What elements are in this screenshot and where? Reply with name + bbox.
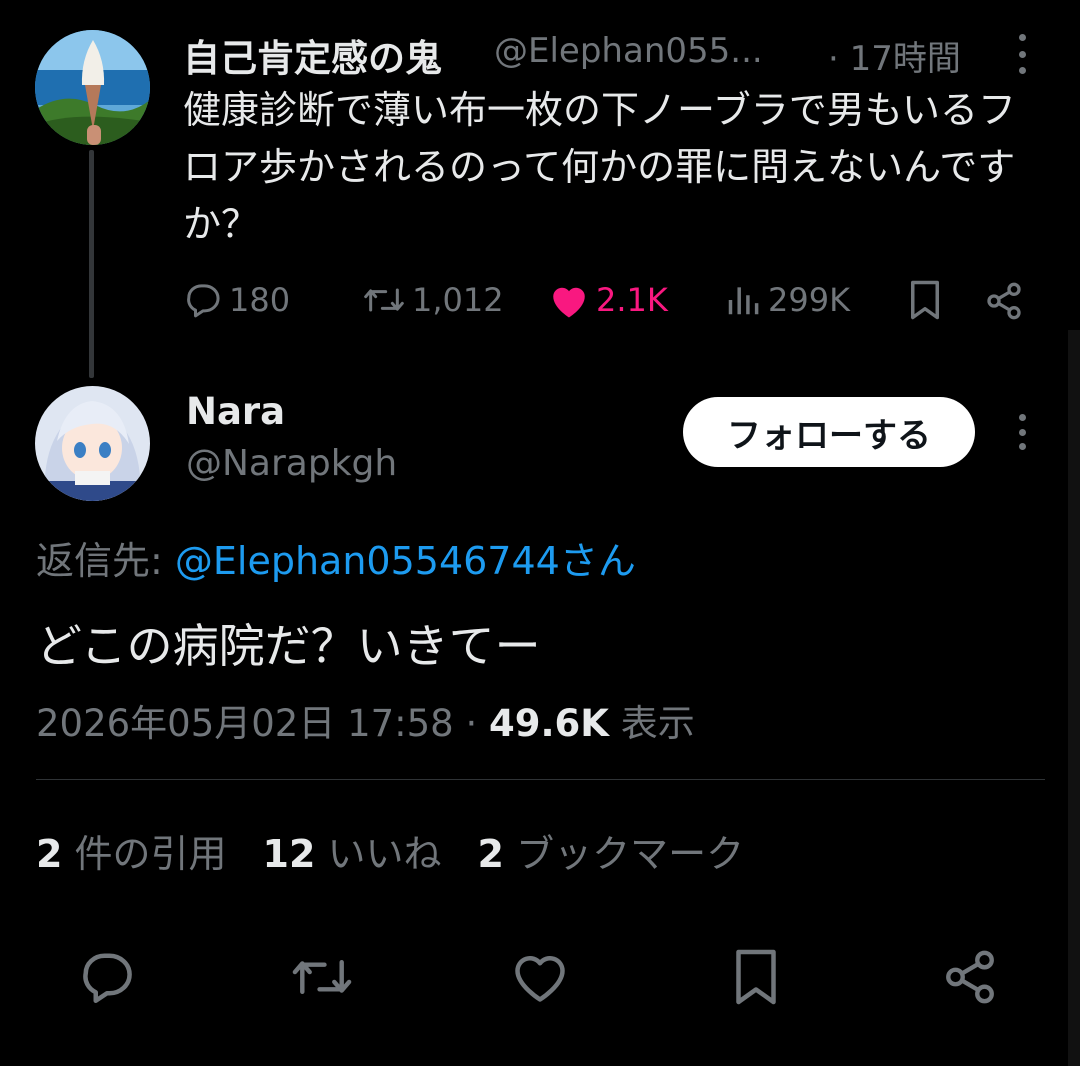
bookmark-icon xyxy=(911,280,939,320)
reply-icon xyxy=(187,284,220,318)
retweet-icon xyxy=(292,960,352,994)
scrollbar-track[interactable] xyxy=(1068,330,1080,1066)
retweet-button[interactable] xyxy=(290,945,354,1009)
bookmark-button[interactable] xyxy=(724,945,788,1009)
share-button[interactable] xyxy=(938,945,1002,1009)
bookmarks-stat[interactable]: 2 ブックマーク xyxy=(478,832,745,876)
avatar-original[interactable] xyxy=(35,30,150,145)
views-count: 299K xyxy=(768,281,851,319)
views-action[interactable]: 299K xyxy=(724,280,850,320)
reply-action[interactable]: 180 xyxy=(183,280,290,320)
timestamp[interactable]: 2026年05月02日 17:58 · xyxy=(36,702,489,745)
divider xyxy=(36,779,1045,780)
likes-stat[interactable]: 12 いいね xyxy=(263,832,442,876)
tweet-meta: 2026年05月02日 17:58 · 49.6K 表示 xyxy=(36,693,695,747)
reply-to-line: 返信先: @Elephan05546744さん xyxy=(36,530,636,585)
bookmark-button-top[interactable] xyxy=(907,279,949,321)
reply-to-mention-link[interactable]: @Elephan05546744さん xyxy=(175,539,636,583)
reply-button[interactable] xyxy=(75,945,139,1009)
quotes-stat[interactable]: 2 件の引用 xyxy=(36,832,227,876)
like-count: 2.1K xyxy=(596,281,668,319)
follow-button[interactable]: フォローする xyxy=(683,397,975,467)
like-action[interactable]: 2.1K xyxy=(548,280,668,320)
reply-to-prefix: 返信先: xyxy=(36,539,175,583)
more-icon[interactable] xyxy=(1010,34,1034,74)
original-display-name[interactable]: 自己肯定感の鬼 xyxy=(183,28,442,82)
reply-icon xyxy=(83,953,132,1003)
views-total: 49.6K xyxy=(489,702,609,745)
retweet-action[interactable]: 1,012 xyxy=(362,280,504,320)
heart-icon xyxy=(515,956,565,1002)
share-icon xyxy=(987,282,1021,320)
reply-display-name[interactable]: Nara xyxy=(186,390,285,433)
share-icon xyxy=(946,950,994,1004)
share-button-top[interactable] xyxy=(984,281,1030,321)
views-icon xyxy=(728,287,759,315)
retweet-count: 1,012 xyxy=(412,281,504,319)
original-tweet-text: 健康診断で薄い布一枚の下ノーブラで男もいるフロア歩かされるのって何かの罪に問えな… xyxy=(183,88,1016,246)
avatar-reply[interactable] xyxy=(35,386,150,501)
original-handle[interactable]: @Elephan055... xyxy=(494,31,763,71)
more-icon[interactable] xyxy=(1016,414,1028,450)
reply-tweet-text: どこの病院だ？いきてー xyxy=(36,619,541,673)
views-label: 表示 xyxy=(608,702,695,745)
thread-connector xyxy=(89,150,94,378)
reply-count: 180 xyxy=(229,281,291,319)
original-time[interactable]: · 17時間 xyxy=(828,31,961,80)
engagement-stats: 2 件の引用 12 いいね 2 ブックマーク xyxy=(36,823,744,878)
bookmark-icon xyxy=(736,949,776,1005)
heart-icon-filled xyxy=(553,287,585,318)
like-button[interactable] xyxy=(508,945,572,1009)
retweet-icon xyxy=(364,288,404,312)
reply-handle[interactable]: @Narapkgh xyxy=(186,443,397,484)
